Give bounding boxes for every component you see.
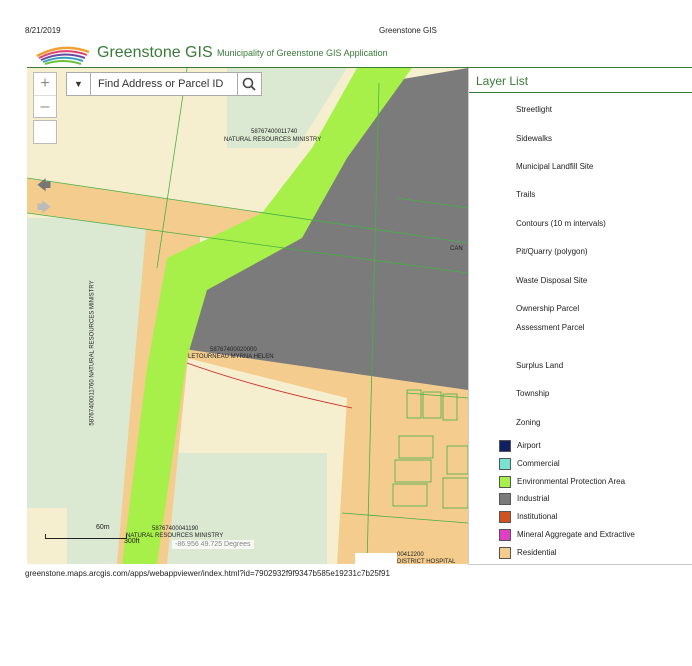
print-title: Greenstone GIS bbox=[379, 26, 437, 35]
app-header: Greenstone GIS Municipality of Greenston… bbox=[27, 38, 692, 68]
parcel-label-br-owner: DISTRICT HOSPITAL bbox=[397, 559, 456, 565]
legend-label: Industrial bbox=[517, 494, 550, 503]
layer-list-divider bbox=[469, 92, 692, 93]
layer-item-surplus-land[interactable]: Surplus Land bbox=[516, 361, 563, 370]
search-button[interactable] bbox=[237, 73, 261, 95]
coordinate-readout: -86.956 49.725 Degrees bbox=[172, 540, 254, 549]
layer-item-landfill[interactable]: Municipal Landfill Site bbox=[516, 162, 593, 171]
print-url: greenstone.maps.arcgis.com/apps/webappvi… bbox=[25, 569, 390, 578]
layer-list-panel: Layer List Streetlight Sidewalks Municip… bbox=[468, 68, 692, 565]
layer-item-contours[interactable]: Contours (10 m intervals) bbox=[516, 219, 606, 228]
zoom-out-button[interactable]: – bbox=[34, 95, 56, 118]
legend-swatch bbox=[499, 529, 511, 541]
greenstone-logo bbox=[36, 46, 90, 65]
layer-list-title: Layer List bbox=[476, 74, 529, 88]
layer-item-zoning[interactable]: Zoning bbox=[516, 418, 540, 427]
print-date: 8/21/2019 bbox=[25, 26, 61, 35]
parcel-label-bottom-owner: NATURAL RESOURCES MINISTRY bbox=[126, 533, 224, 539]
layer-item-streetlight[interactable]: Streetlight bbox=[516, 105, 552, 114]
layer-item-sidewalks[interactable]: Sidewalks bbox=[516, 134, 552, 143]
legend-swatch bbox=[499, 547, 511, 559]
panel-bottom-border bbox=[468, 564, 692, 565]
back-extent-button[interactable]: 🡄 bbox=[33, 175, 55, 195]
layer-item-waste-disposal[interactable]: Waste Disposal Site bbox=[516, 276, 587, 285]
parcel-label-can: CAN bbox=[450, 246, 463, 252]
zoom-in-button[interactable]: + bbox=[34, 73, 56, 95]
legend-label: Mineral Aggregate and Extractive bbox=[517, 530, 635, 539]
zoom-controls: + – bbox=[33, 72, 57, 118]
scale-imperial: 300ft bbox=[124, 538, 140, 545]
parcel-label-mid-id: 58767400020000 bbox=[210, 347, 257, 353]
app-name: Greenstone GIS bbox=[97, 44, 213, 61]
search-icon bbox=[242, 77, 256, 91]
legend-swatch bbox=[499, 458, 511, 470]
legend-swatch bbox=[499, 511, 511, 523]
legend-label: Environmental Protection Area bbox=[517, 477, 626, 486]
layer-item-pit-quarry[interactable]: Pit/Quarry (polygon) bbox=[516, 247, 588, 256]
parcel-label-br-id: 00412200 bbox=[397, 552, 424, 558]
search-input[interactable] bbox=[94, 73, 242, 95]
layer-item-ownership-parcel[interactable]: Ownership Parcel bbox=[516, 304, 579, 313]
parcel-label-top-owner: NATURAL RESOURCES MINISTRY bbox=[224, 137, 322, 143]
legend-label: Institutional bbox=[517, 512, 558, 521]
app-subtitle: Municipality of Greenstone GIS Applicati… bbox=[217, 48, 388, 58]
layer-item-trails[interactable]: Trails bbox=[516, 190, 535, 199]
search-source-dropdown[interactable]: ▼ bbox=[67, 73, 91, 95]
forward-extent-button[interactable]: 🡆 bbox=[33, 197, 55, 217]
parcel-label-top-id: 58767400011740 bbox=[251, 129, 298, 135]
parcel-label-bottom-id: 58767400041190 bbox=[152, 526, 199, 532]
legend-label: Airport bbox=[517, 441, 541, 450]
home-button[interactable] bbox=[33, 120, 57, 144]
search-widget: ▼ bbox=[66, 72, 262, 96]
legend-swatch bbox=[499, 493, 511, 505]
scale-bar bbox=[45, 534, 127, 539]
attribution-box bbox=[355, 553, 397, 564]
parcel-label-left: 58767400011760 NATURAL RESOURCES MINISTR… bbox=[89, 280, 96, 426]
layer-item-township[interactable]: Township bbox=[516, 389, 549, 398]
legend-swatch bbox=[499, 440, 511, 452]
scale-metric: 60m bbox=[96, 524, 110, 531]
legend-label: Residential bbox=[517, 548, 557, 557]
legend-label: Commercial bbox=[517, 459, 560, 468]
layer-item-assessment-parcel[interactable]: Assessment Parcel bbox=[516, 323, 584, 332]
legend-swatch bbox=[499, 476, 511, 488]
parcel-label-mid-owner: LETOURNEAU MYRNA HELEN bbox=[188, 354, 274, 360]
